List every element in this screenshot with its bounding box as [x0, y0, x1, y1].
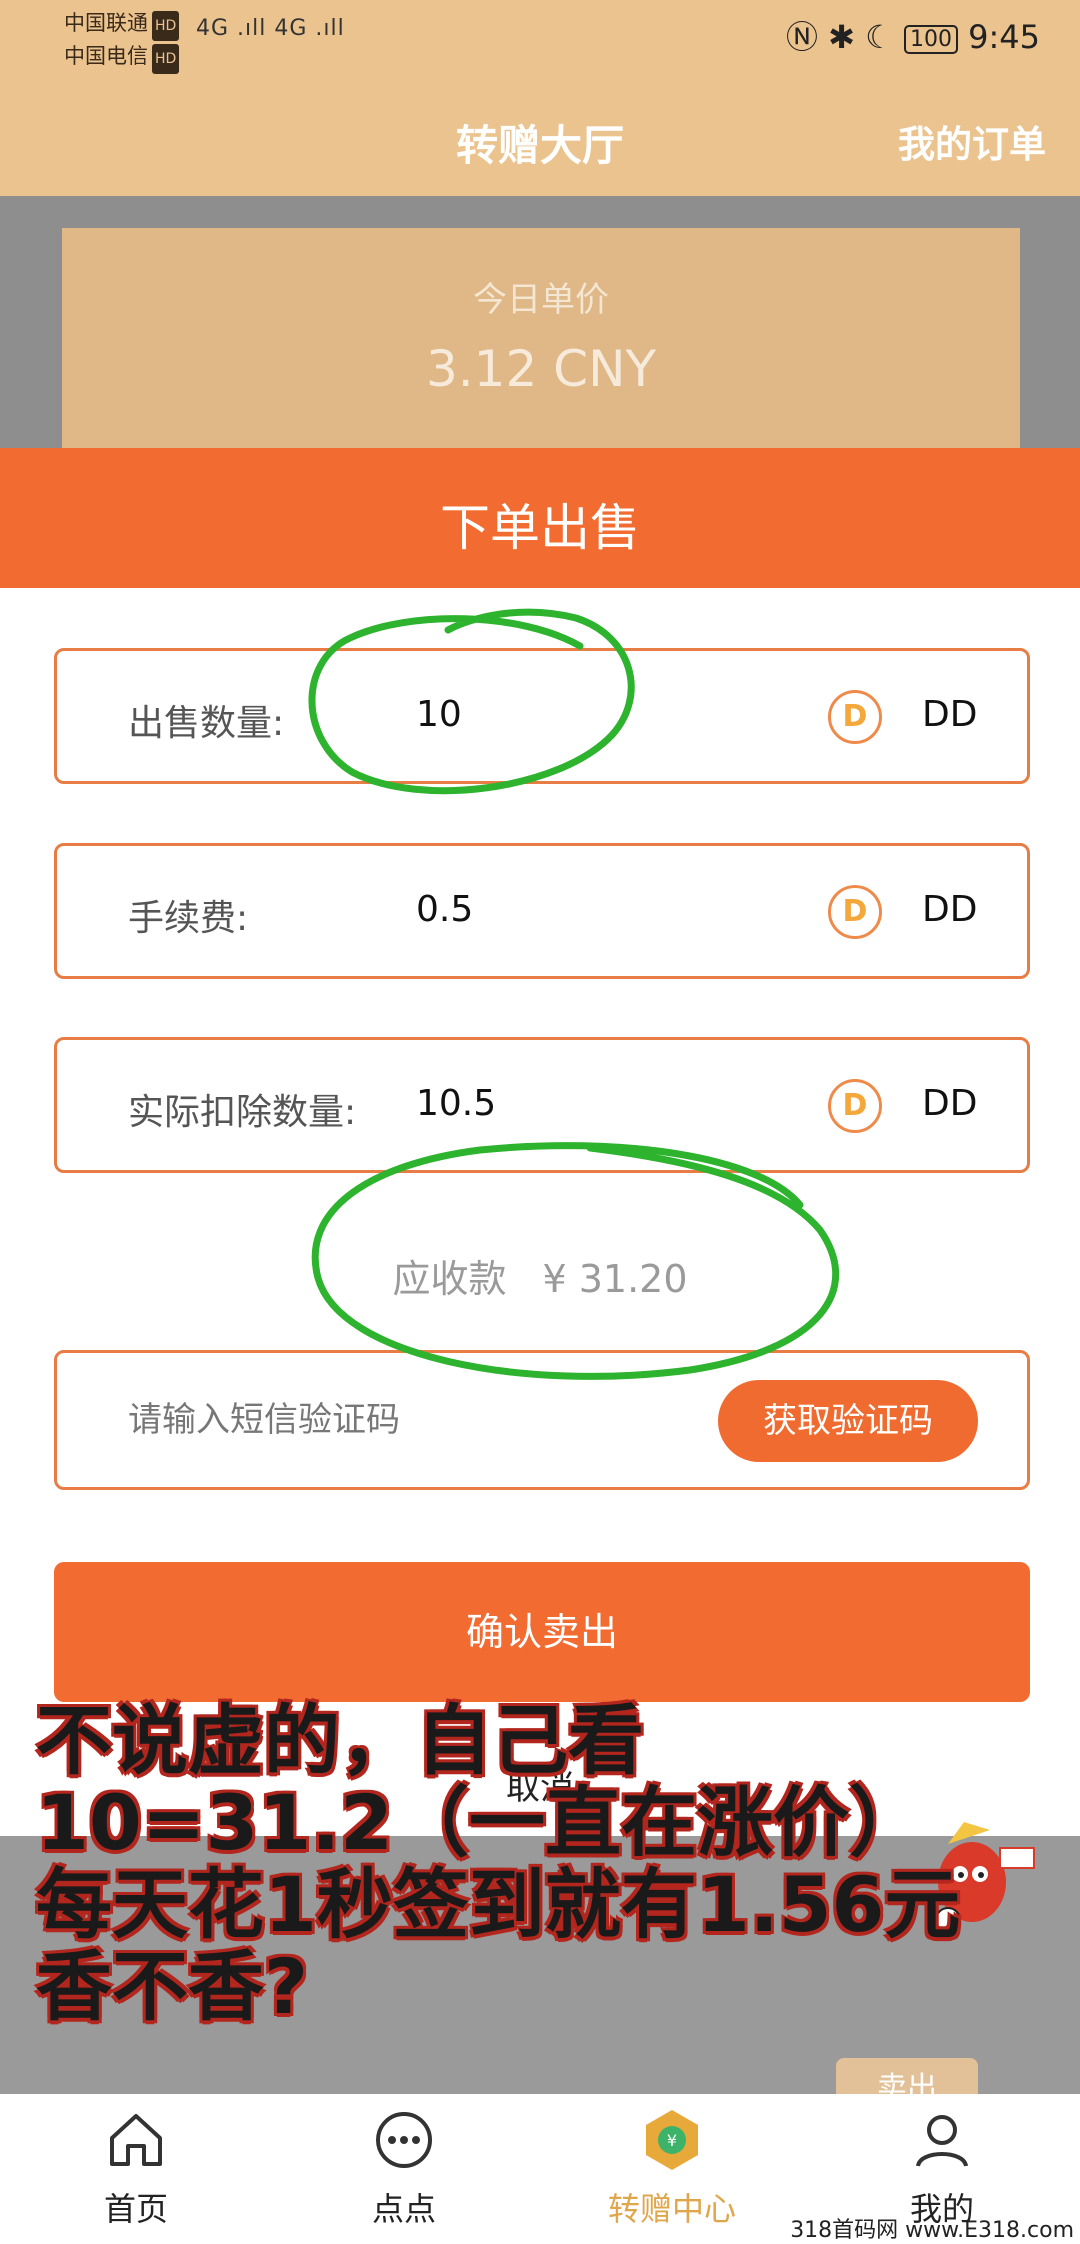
receivable-label: 应收款 — [392, 1257, 507, 1301]
status-right: Ⓝ ✱ ☾ 100 9:45 — [786, 12, 1040, 58]
price-card — [62, 228, 1020, 448]
moon-icon: ☾ — [865, 18, 894, 56]
svg-text:¥: ¥ — [667, 2131, 677, 2150]
nav-label: 转赠中心 — [607, 2190, 736, 2228]
deduct-value: 10.5 — [416, 1083, 497, 1124]
signal-icon: 4G .ıll 4G .ıll — [196, 16, 345, 41]
bluetooth-icon: ✱ — [828, 18, 855, 56]
fee-value: 0.5 — [416, 889, 474, 930]
transfer-center-icon: ¥ — [646, 2110, 698, 2170]
clock: 9:45 — [968, 18, 1040, 56]
nav-label: 首页 — [103, 2190, 168, 2228]
fee-label: 手续费: — [128, 898, 249, 939]
caption-line: 香不香? — [36, 1942, 309, 2031]
caption-line: 不说虚的，自己看 — [36, 1696, 644, 1785]
carrier-2: 中国电信 — [64, 44, 148, 68]
caption-line: 每天花1秒签到就有1.56元 — [36, 1860, 961, 1949]
nav-dots[interactable]: 点点 — [304, 2108, 504, 2230]
chat-dots-icon — [376, 2112, 432, 2168]
unit-label: DD — [922, 694, 978, 735]
sell-quantity-label: 出售数量: — [128, 703, 285, 744]
receivable-value: ¥ 31.20 — [542, 1257, 688, 1301]
dd-coin-icon: D — [828, 885, 882, 939]
battery-icon: 100 — [903, 24, 958, 54]
carrier-1: 中国联通 — [64, 11, 148, 35]
watermark: 318首码网 www.E318.com — [790, 2218, 1074, 2243]
deduct-label: 实际扣除数量: — [128, 1092, 357, 1133]
home-icon — [110, 2114, 162, 2166]
caption-line: 10=31.2（一直在涨价） — [36, 1778, 925, 1867]
profile-icon — [916, 2115, 968, 2167]
unit-label: DD — [922, 1083, 978, 1124]
dd-coin-icon: D — [828, 1079, 882, 1133]
carrier-info: 中国联通 HD 中国电信 HD — [64, 8, 180, 74]
nav-transfer-center[interactable]: ¥ 转赠中心 — [572, 2108, 772, 2230]
nfc-icon: Ⓝ — [785, 18, 818, 56]
dd-coin-icon: D — [828, 690, 882, 744]
price-label: 今日单价 — [473, 280, 609, 320]
nav-home[interactable]: 首页 — [36, 2108, 236, 2230]
nav-label: 点点 — [371, 2190, 436, 2228]
sheet-title: 下单出售 — [440, 499, 640, 557]
price-value: 3.12 CNY — [425, 340, 657, 398]
hd-badge: HD — [152, 44, 180, 74]
sell-quantity-value[interactable]: 10 — [416, 694, 462, 735]
unit-label: DD — [922, 889, 978, 930]
my-orders-link[interactable]: 我的订单 — [898, 114, 1046, 168]
overlay-caption: 不说虚的，自己看 10=31.2（一直在涨价） 每天花1秒签到就有1.56元 香… — [36, 1700, 1056, 2028]
sms-code-input[interactable] — [128, 1400, 688, 1440]
receivable: 应收款 ¥ 31.20 — [0, 1248, 1080, 1303]
hd-badge: HD — [152, 11, 180, 41]
get-code-button[interactable]: 获取验证码 — [718, 1380, 978, 1462]
confirm-sell-button[interactable]: 确认卖出 — [54, 1562, 1030, 1702]
